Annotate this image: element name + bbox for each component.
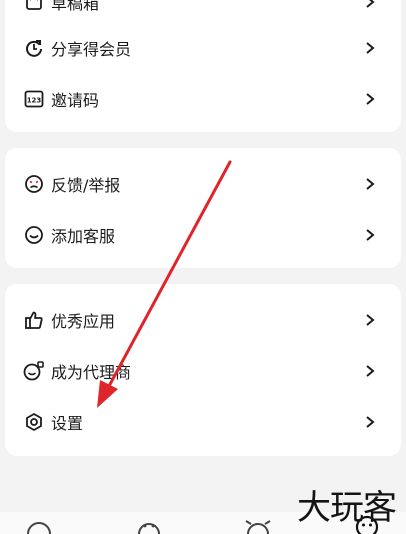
- chevron-right-icon: [363, 313, 377, 327]
- menu-item-invite-code[interactable]: 123 邀请码: [5, 77, 401, 121]
- menu-item-recommended-apps[interactable]: 优秀应用: [5, 298, 401, 342]
- chevron-right-icon: [363, 41, 377, 55]
- customer-service-icon: [23, 224, 45, 246]
- chevron-right-icon: [363, 364, 377, 378]
- menu-item-label: 草稿箱: [51, 0, 100, 13]
- menu-item-label: 优秀应用: [51, 312, 116, 331]
- menu-item-label: 分享得会员: [51, 40, 132, 59]
- chevron-right-icon: [363, 0, 377, 9]
- svg-text:123: 123: [27, 97, 42, 105]
- menu-item-label: 成为代理商: [51, 363, 132, 382]
- share-refresh-icon: [23, 37, 45, 59]
- watermark: 大玩客: [297, 488, 397, 528]
- tab-home-icon[interactable]: [26, 518, 52, 534]
- menu-item-settings[interactable]: 设置: [5, 400, 401, 444]
- menu-item-label: 反馈/举报: [51, 176, 121, 195]
- menu-item-customer-service[interactable]: 添加客服: [5, 213, 401, 257]
- menu-item-become-agent[interactable]: 成为代理商: [5, 349, 401, 393]
- draft-icon: [23, 0, 45, 13]
- menu-item-drafts[interactable]: 草稿箱: [5, 0, 401, 24]
- menu-item-label: 设置: [51, 414, 84, 433]
- code-123-icon: 123: [23, 88, 45, 110]
- chevron-right-icon: [363, 177, 377, 191]
- menu-card-2: 反馈/举报 添加客服: [5, 148, 401, 268]
- menu-item-feedback[interactable]: 反馈/举报: [5, 162, 401, 206]
- chevron-right-icon: [363, 415, 377, 429]
- menu-item-label: 邀请码: [51, 91, 100, 110]
- agent-icon: [23, 360, 45, 382]
- chevron-right-icon: [363, 92, 377, 106]
- menu-card-1: 草稿箱 分享得会员 123 邀请码: [5, 0, 401, 132]
- settings-icon: [23, 411, 45, 433]
- menu-item-label: 添加客服: [51, 227, 116, 246]
- chevron-right-icon: [363, 228, 377, 242]
- feedback-face-icon: [23, 173, 45, 195]
- menu-card-3: 优秀应用 成为代理商 设置: [5, 284, 401, 456]
- thumbs-up-icon: [23, 309, 45, 331]
- menu-item-share-vip[interactable]: 分享得会员: [5, 26, 401, 70]
- tab-discover-icon[interactable]: [136, 518, 162, 534]
- tab-message-icon[interactable]: [244, 518, 272, 534]
